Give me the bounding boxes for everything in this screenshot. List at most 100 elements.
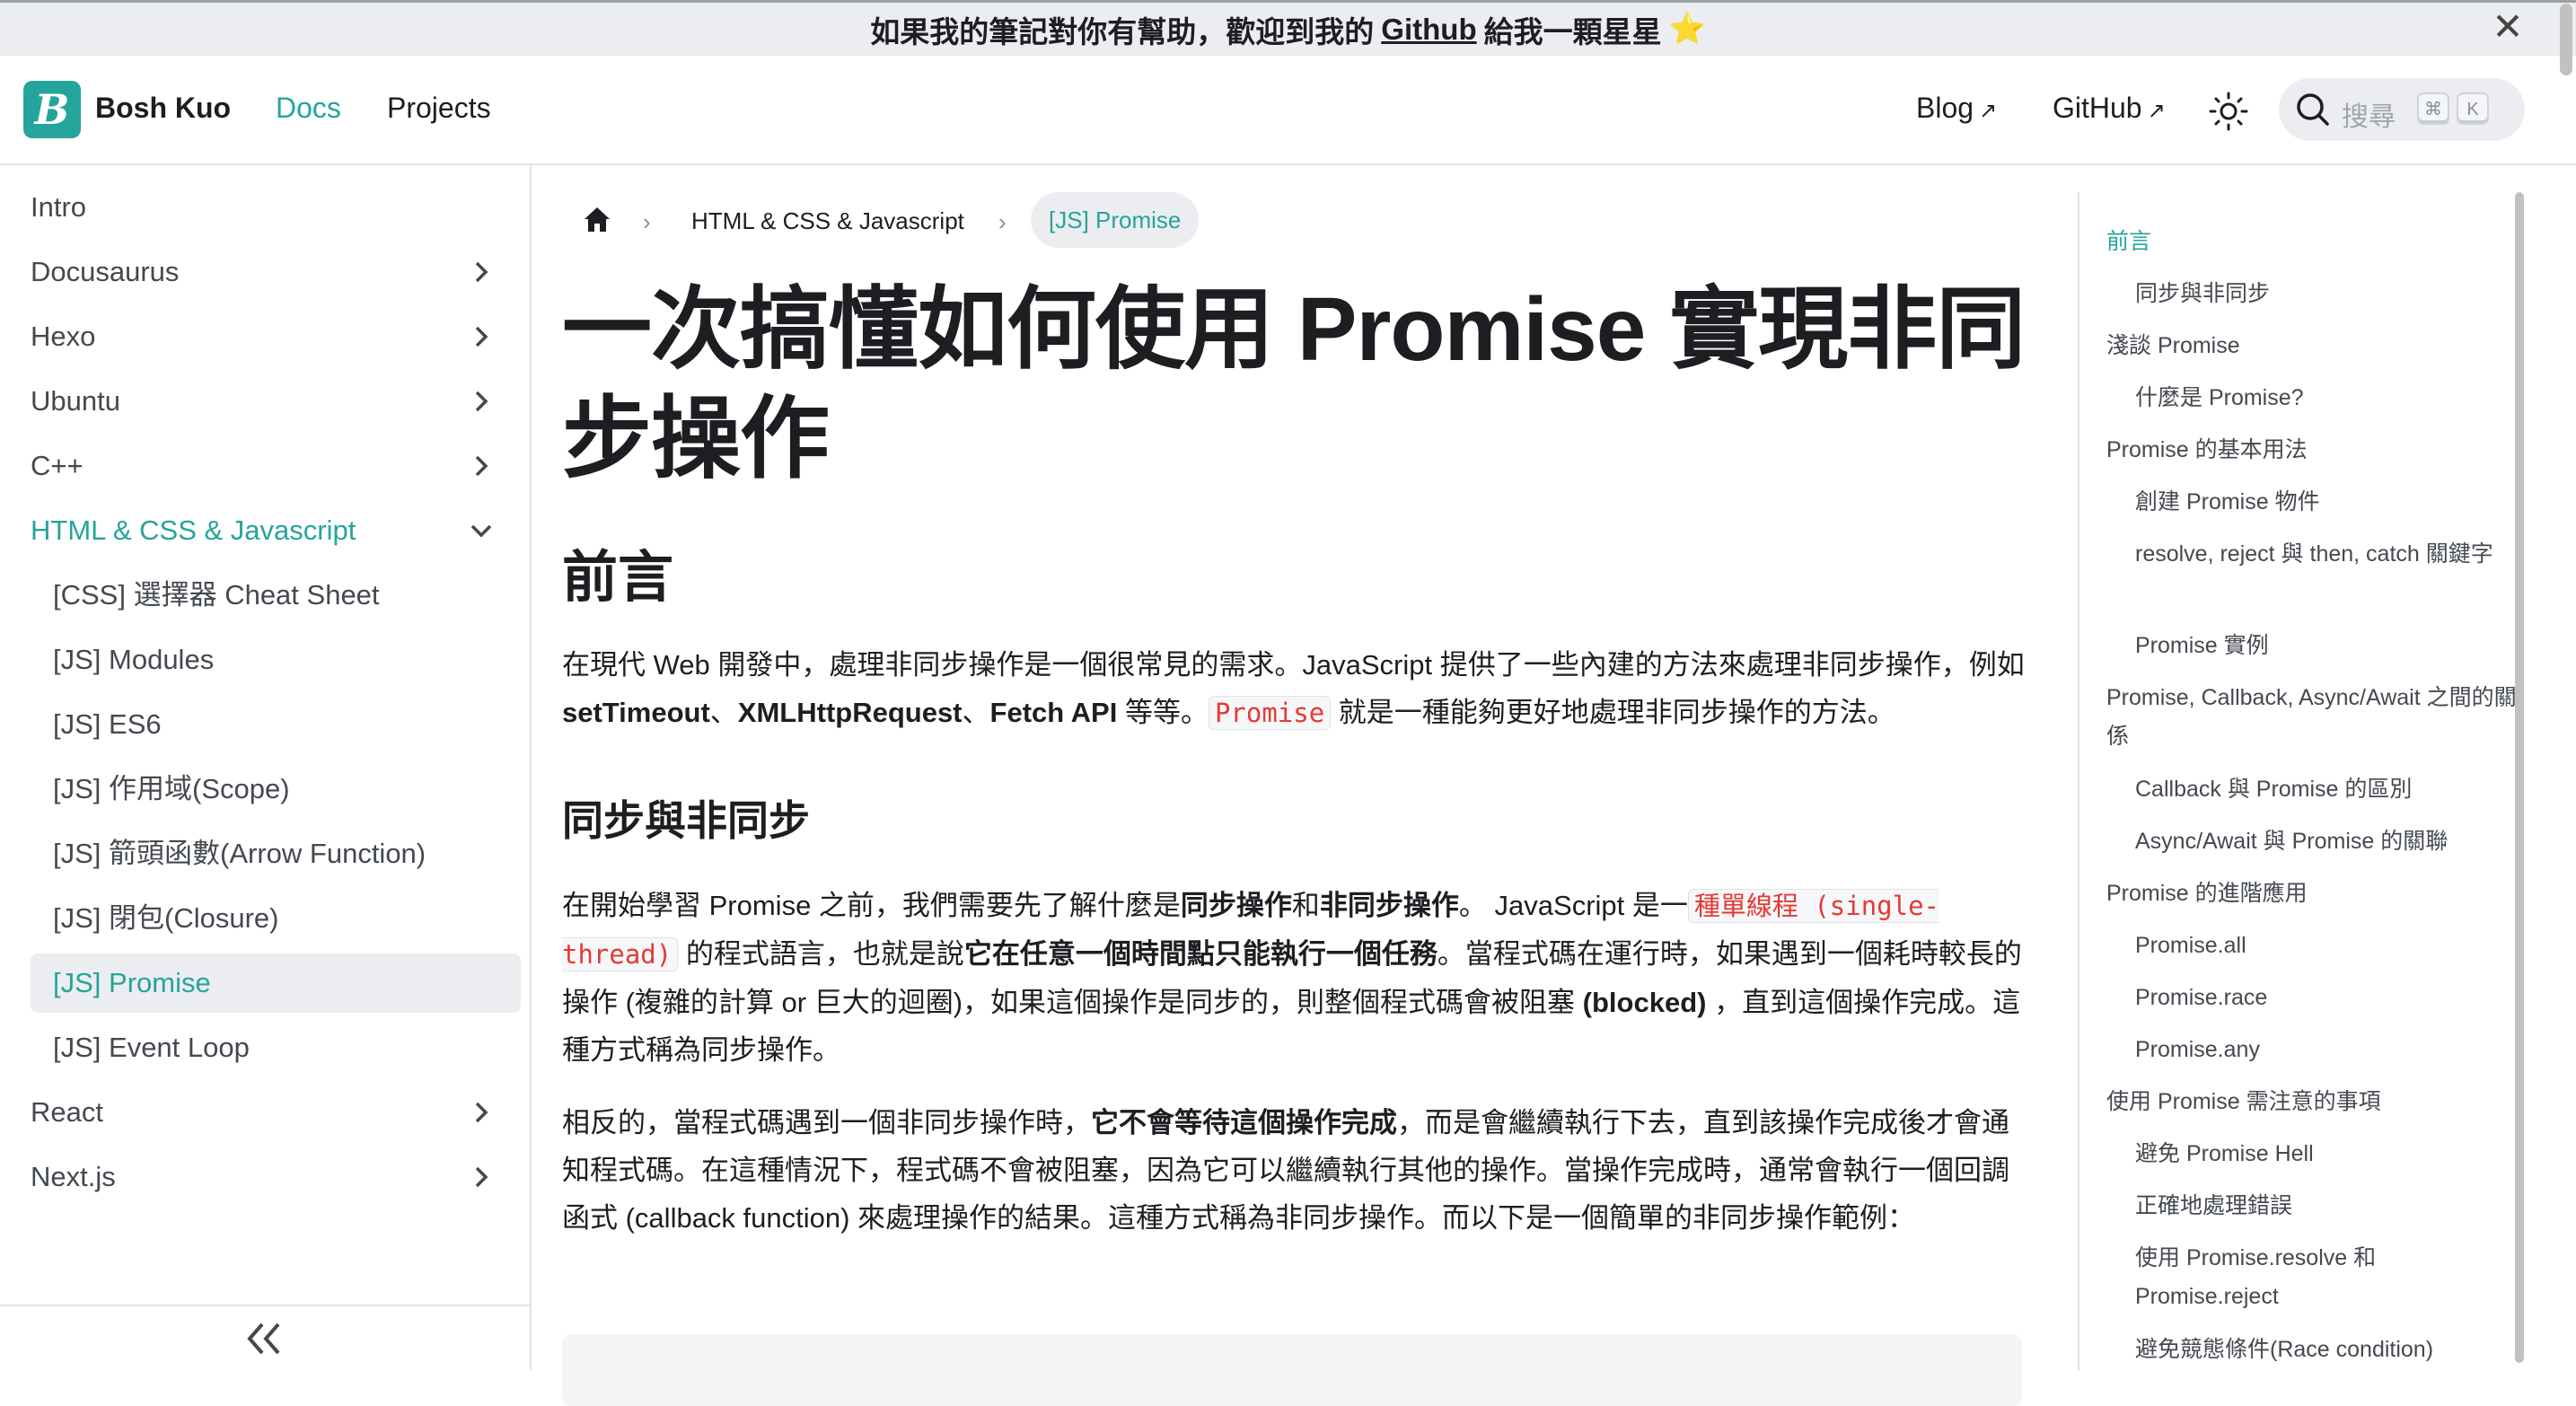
sidebar-item-label: [JS] Event Loop <box>53 1032 250 1063</box>
sidebar-item-html-css-js[interactable]: HTML & CSS & Javascript <box>31 501 521 560</box>
breadcrumb-section[interactable]: HTML & CSS & Javascript <box>691 207 964 235</box>
toc-item[interactable]: 同步與非同步 <box>2135 275 2530 313</box>
nav-projects-link[interactable]: Projects <box>387 92 491 125</box>
sidebar-item-cpp[interactable]: C++ <box>31 436 521 496</box>
sidebar-item-js-modules[interactable]: [JS] Modules <box>31 630 521 690</box>
kbd-k: K <box>2457 92 2489 125</box>
external-link-icon: ↗ <box>2147 99 2166 123</box>
toc-item[interactable]: 創建 Promise 物件 <box>2135 483 2530 522</box>
sidebar-item-js-scope[interactable]: [JS] 作用域(Scope) <box>31 760 521 819</box>
toc-scrollbar[interactable] <box>2515 192 2524 1363</box>
breadcrumb-current: [JS] Promise <box>1031 192 1200 248</box>
toc-item[interactable]: resolve, reject 與 then, catch 關鍵字 <box>2135 535 2512 574</box>
sidebar-item-react[interactable]: React <box>31 1083 521 1142</box>
sidebar-item-label: [JS] 閉包(Closure) <box>53 902 279 934</box>
announcement-github-link[interactable]: Github <box>1381 13 1476 47</box>
navbar: B Bosh Kuo Docs Projects Blog ↗ GitHub ↗ 搜… <box>0 56 2576 165</box>
chevron-right-icon <box>475 261 488 283</box>
sidebar-item-js-event-loop[interactable]: [JS] Event Loop <box>31 1018 521 1077</box>
chevron-down-icon <box>470 524 492 538</box>
breadcrumb-separator: › <box>643 208 651 235</box>
sun-icon[interactable] <box>2209 92 2248 131</box>
heading-sync: 同步與非同步 <box>562 797 810 844</box>
toc-border <box>2078 192 2079 1371</box>
sidebar: Intro Docusaurus Hexo Ubuntu C++ HTML & … <box>0 165 532 1371</box>
heading-intro: 前言 <box>562 547 674 609</box>
toc-item[interactable]: 前言 <box>2106 223 2501 261</box>
sidebar-item-label: HTML & CSS & Javascript <box>31 514 356 546</box>
sidebar-item-hexo[interactable]: Hexo <box>31 307 521 366</box>
close-announcement-button[interactable]: ✕ <box>2490 8 2526 46</box>
chevron-right-icon <box>475 455 488 477</box>
announcement-bar: 如果我的筆記對你有幫助，歡迎到我的 Github 給我一顆星星 ⭐ <box>0 0 2576 56</box>
nav-github-link[interactable]: GitHub ↗ <box>2053 92 2166 125</box>
sidebar-item-js-promise[interactable]: [JS] Promise <box>31 953 521 1013</box>
sidebar-item-intro[interactable]: Intro <box>31 178 521 237</box>
table-of-contents: 前言 同步與非同步 淺談 Promise 什麼是 Promise? Promis… <box>2062 165 2576 1371</box>
window-scrollbar[interactable] <box>2560 4 2572 75</box>
sidebar-item-nextjs[interactable]: Next.js <box>31 1147 521 1207</box>
inline-code: Promise <box>1208 696 1332 730</box>
home-icon[interactable] <box>582 205 612 235</box>
breadcrumb-separator: › <box>998 208 1007 235</box>
sidebar-item-label: Hexo <box>31 321 96 352</box>
nav-blog-label: Blog <box>1916 92 1974 124</box>
main-content: › HTML & CSS & Javascript › [JS] Promise… <box>532 165 2062 1406</box>
page-title: 一次搞懂如何使用 Promise 實現非同步操作 <box>562 279 2026 489</box>
chevron-right-icon <box>475 326 488 347</box>
chevron-right-icon <box>475 1166 488 1188</box>
double-chevron-left-icon <box>247 1323 280 1355</box>
sidebar-item-label: [JS] Promise <box>53 967 211 998</box>
site-logo[interactable]: B <box>23 81 81 138</box>
toc-item[interactable]: 正確地處理錯誤 <box>2135 1187 2530 1226</box>
paragraph-async: 相反的，當程式碼遇到一個非同步操作時，它不會等待這個操作完成，而是會繼續執行下去… <box>562 1107 2009 1234</box>
toc-item[interactable]: Promise.race <box>2135 979 2530 1017</box>
sidebar-item-docusaurus[interactable]: Docusaurus <box>31 242 521 302</box>
sidebar-item-label: Docusaurus <box>31 256 180 287</box>
search-icon <box>2297 93 2329 126</box>
external-link-icon: ↗ <box>1979 99 1998 123</box>
chevron-right-icon <box>475 1102 488 1123</box>
announcement-text: 如果我的筆記對你有幫助，歡迎到我的 <box>870 14 1375 48</box>
sidebar-item-css-selector[interactable]: [CSS] 選擇器 Cheat Sheet <box>31 566 521 625</box>
toc-item[interactable]: Promise, Callback, Async/Await 之間的關係 <box>2106 679 2519 756</box>
sidebar-item-ubuntu[interactable]: Ubuntu <box>31 372 521 431</box>
toc-item[interactable]: 使用 Promise 需注意的事項 <box>2106 1083 2501 1121</box>
toc-item[interactable]: Promise 實例 <box>2135 627 2530 665</box>
toc-item[interactable]: Callback 與 Promise 的區別 <box>2135 770 2530 809</box>
toc-item[interactable]: 淺談 Promise <box>2106 327 2501 365</box>
toc-item[interactable]: Promise 的進階應用 <box>2106 874 2501 913</box>
site-brand[interactable]: Bosh Kuo <box>95 92 231 125</box>
nav-docs-link[interactable]: Docs <box>276 92 341 125</box>
sidebar-item-label: Intro <box>31 191 87 223</box>
sidebar-item-label: [JS] Modules <box>53 644 215 675</box>
announcement-suffix: 給我一顆星星 <box>1483 14 1662 48</box>
sidebar-item-js-closure[interactable]: [JS] 閉包(Closure) <box>31 889 521 948</box>
toc-item[interactable]: 什麼是 Promise? <box>2135 379 2530 417</box>
collapse-sidebar-button[interactable] <box>0 1305 530 1371</box>
paragraph-sync: 在開始學習 Promise 之前，我們需要先了解什麼是同步操作和非同步操作。 J… <box>562 889 2022 1066</box>
sidebar-item-label: [JS] ES6 <box>53 708 162 740</box>
toc-item[interactable]: 避免 Promise Hell <box>2135 1135 2530 1173</box>
toc-item[interactable]: 使用 Promise.resolve 和 Promise.reject <box>2135 1239 2440 1316</box>
search-button[interactable]: 搜尋 ⌘ K <box>2279 78 2525 141</box>
sidebar-item-js-es6[interactable]: [JS] ES6 <box>31 695 521 754</box>
chevron-right-icon <box>475 391 488 412</box>
toc-item[interactable]: Promise.any <box>2135 1031 2530 1069</box>
sidebar-item-label: [JS] 箭頭函數(Arrow Function) <box>53 838 426 869</box>
sidebar-item-label: React <box>31 1096 103 1128</box>
toc-item[interactable]: Promise 的基本用法 <box>2106 431 2501 470</box>
toc-item[interactable]: 避免競態條件(Race condition) <box>2135 1331 2530 1369</box>
kbd-cmd: ⌘ <box>2417 92 2449 125</box>
sidebar-item-label: [JS] 作用域(Scope) <box>53 773 290 804</box>
sidebar-item-label: Ubuntu <box>31 385 120 417</box>
sidebar-item-js-arrow-function[interactable]: [JS] 箭頭函數(Arrow Function) <box>31 824 521 883</box>
toc-item[interactable]: Async/Await 與 Promise 的關聯 <box>2135 822 2530 861</box>
code-block <box>562 1334 2022 1406</box>
search-placeholder: 搜尋 <box>2342 102 2396 132</box>
toc-item[interactable]: Promise.all <box>2135 927 2530 965</box>
star-icon: ⭐ <box>1668 12 1706 45</box>
nav-blog-link[interactable]: Blog ↗ <box>1916 92 1997 125</box>
sidebar-item-label: C++ <box>31 450 84 481</box>
sidebar-item-label: Next.js <box>31 1161 116 1192</box>
